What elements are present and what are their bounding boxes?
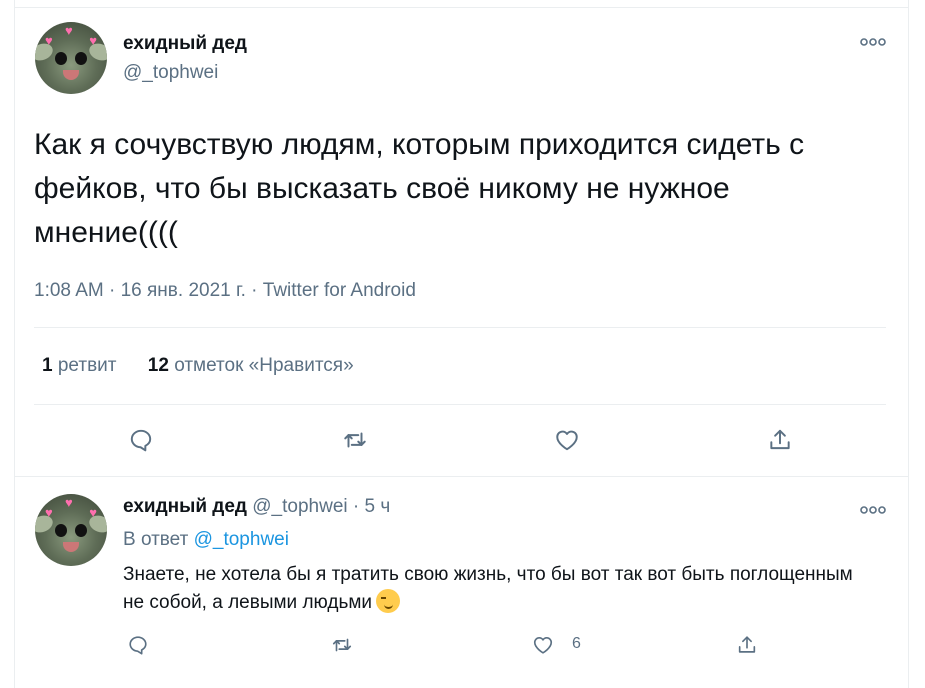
like-icon bbox=[556, 430, 578, 451]
more-icon[interactable] bbox=[860, 34, 886, 50]
like-button[interactable] bbox=[528, 630, 558, 660]
heart-icon: ♥ bbox=[89, 33, 97, 48]
retweet-icon bbox=[332, 638, 352, 652]
like-button[interactable] bbox=[552, 425, 582, 455]
avatar-eye-left bbox=[55, 52, 67, 65]
reply-icon bbox=[129, 636, 147, 655]
divider bbox=[34, 327, 886, 328]
reply-text-block: Знаете, не хотела бы я тратить свою жизн… bbox=[123, 561, 863, 617]
share-button[interactable] bbox=[732, 630, 762, 660]
separator: · bbox=[352, 496, 360, 517]
reply-icon bbox=[130, 429, 152, 452]
user-handle[interactable]: @_tophwei bbox=[123, 62, 218, 84]
thread-separator bbox=[14, 476, 909, 477]
heart-icon: ♥ bbox=[65, 495, 73, 510]
reply-to: В ответ @_tophwei bbox=[123, 529, 289, 551]
retweet-icon bbox=[344, 432, 366, 448]
likes-stat[interactable]: 12 отметок «Нравится» bbox=[148, 355, 354, 376]
avatar-eye-right bbox=[75, 52, 87, 65]
reply-button[interactable] bbox=[126, 425, 156, 455]
divider bbox=[34, 404, 886, 405]
heart-icon: ♥ bbox=[45, 505, 53, 520]
smirking-face-icon bbox=[376, 589, 401, 613]
avatar[interactable]: ♥ ♥ ♥ bbox=[35, 22, 107, 94]
avatar[interactable]: ♥ ♥ ♥ bbox=[35, 494, 107, 566]
user-handle[interactable]: @_tophwei bbox=[252, 496, 347, 517]
share-button[interactable] bbox=[765, 425, 795, 455]
retweets-label: ретвит bbox=[57, 355, 117, 376]
share-icon bbox=[738, 636, 756, 653]
reply-header: ехидный дед @_tophwei · 5 ч bbox=[123, 496, 390, 518]
reply-to-mention[interactable]: @_tophwei bbox=[194, 529, 289, 550]
retweet-button[interactable] bbox=[340, 425, 370, 455]
share-icon bbox=[770, 429, 790, 450]
avatar-eye-right bbox=[75, 524, 87, 537]
tweet-stats: 1 ретвит 12 отметок «Нравится» bbox=[42, 355, 354, 377]
retweets-count: 1 bbox=[42, 355, 53, 376]
heart-icon: ♥ bbox=[65, 23, 73, 38]
frame-top-border bbox=[14, 7, 909, 8]
display-name[interactable]: ехидный дед bbox=[123, 496, 247, 517]
tweet-meta[interactable]: 1:08 AM · 16 янв. 2021 г. · Twitter for … bbox=[34, 280, 416, 302]
retweet-button[interactable] bbox=[327, 630, 357, 660]
heart-icon: ♥ bbox=[45, 33, 53, 48]
reply-time[interactable]: 5 ч bbox=[365, 496, 391, 517]
likes-count: 12 bbox=[147, 355, 169, 376]
like-count: 6 bbox=[572, 635, 581, 652]
reply-to-prefix: В ответ bbox=[123, 529, 189, 550]
tweet-text: Как я сочувствую людям, которым приходит… bbox=[34, 128, 805, 249]
like-icon bbox=[533, 637, 553, 654]
avatar-eye-left bbox=[55, 524, 67, 537]
more-icon[interactable] bbox=[860, 502, 886, 518]
avatar-mouth bbox=[63, 70, 79, 80]
avatar-mouth bbox=[63, 542, 79, 552]
reply-text: Знаете, не хотела бы я тратить свою жизн… bbox=[123, 564, 853, 613]
reply-button[interactable] bbox=[123, 630, 153, 660]
display-name[interactable]: ехидный дед bbox=[123, 33, 247, 55]
likes-label: отметок «Нравится» bbox=[174, 355, 354, 376]
retweets-stat[interactable]: 1 ретвит bbox=[42, 355, 116, 376]
heart-icon: ♥ bbox=[89, 505, 97, 520]
